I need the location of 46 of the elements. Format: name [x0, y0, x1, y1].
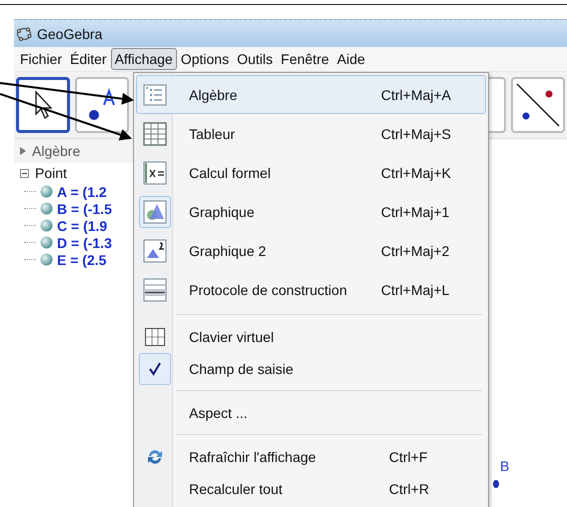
menu-item[interactable]: Éditer — [66, 48, 111, 70]
expand-icon[interactable] — [20, 147, 26, 155]
point-tool-button[interactable] — [75, 77, 129, 133]
menu-entry[interactable]: Protocole de construction Ctrl+Maj+L — [136, 270, 486, 309]
menu-item[interactable]: Aide — [333, 48, 370, 70]
menu-entry[interactable]: Tableur Ctrl+Maj+S — [136, 114, 486, 153]
spreadsheet-icon — [143, 122, 167, 146]
point-definition[interactable]: C = (1.9 — [57, 218, 108, 234]
check-icon — [148, 362, 162, 376]
refresh-icon — [146, 448, 164, 466]
cas-icon — [143, 160, 167, 184]
tree-group-label[interactable]: Point — [35, 165, 67, 181]
point-marker[interactable] — [493, 480, 499, 488]
move-tool-button[interactable] — [16, 77, 70, 133]
keyboard-icon — [145, 328, 165, 346]
menu-entry[interactable]: Clavier virtuel — [136, 321, 486, 353]
app-icon — [16, 26, 32, 42]
point-definition[interactable]: A = (1.2 — [57, 184, 107, 200]
protocol-icon — [143, 278, 167, 302]
menu-entry[interactable]: Algèbre Ctrl+Maj+A — [136, 75, 486, 114]
point-definition[interactable]: B = (-1.5 — [57, 200, 112, 216]
menu-item[interactable]: Outils — [232, 48, 277, 70]
sphere-icon[interactable] — [40, 219, 53, 232]
sphere-icon[interactable] — [40, 185, 53, 198]
reflect-tool-button[interactable] — [511, 77, 565, 133]
sphere-icon[interactable] — [40, 236, 53, 249]
sphere-icon[interactable] — [40, 202, 53, 215]
list-icon — [143, 84, 167, 106]
menu-entry[interactable]: Rafraîchir l'affichage Ctrl+F — [136, 441, 486, 473]
window-title: GeoGebra — [37, 26, 102, 42]
menu-entry[interactable]: Aspect ... — [136, 397, 486, 429]
point-label: B — [500, 458, 510, 474]
menu-entry[interactable]: Champ de saisie — [136, 353, 486, 385]
point-definition[interactable]: E = (2.5 — [57, 252, 106, 268]
menu-item[interactable]: Fichier — [16, 48, 66, 70]
menu-entry[interactable]: Graphique Ctrl+Maj+1 — [136, 192, 486, 231]
sphere-icon[interactable] — [40, 253, 53, 266]
point-definition[interactable]: D = (-1.3 — [57, 234, 112, 250]
collapse-icon[interactable] — [20, 168, 29, 178]
menu-item[interactable]: Fenêtre — [276, 48, 334, 70]
menu-entry[interactable]: Calcul formel Ctrl+Maj+K — [136, 153, 486, 192]
menu-item[interactable]: Affichage — [110, 48, 177, 70]
menu-entry[interactable]: Graphique 2 Ctrl+Maj+2 — [136, 231, 486, 270]
menu-item[interactable]: Options — [176, 48, 233, 70]
menu-entry[interactable]: Recalculer tout Ctrl+R — [136, 473, 486, 505]
view-title: Algèbre — [32, 143, 80, 159]
